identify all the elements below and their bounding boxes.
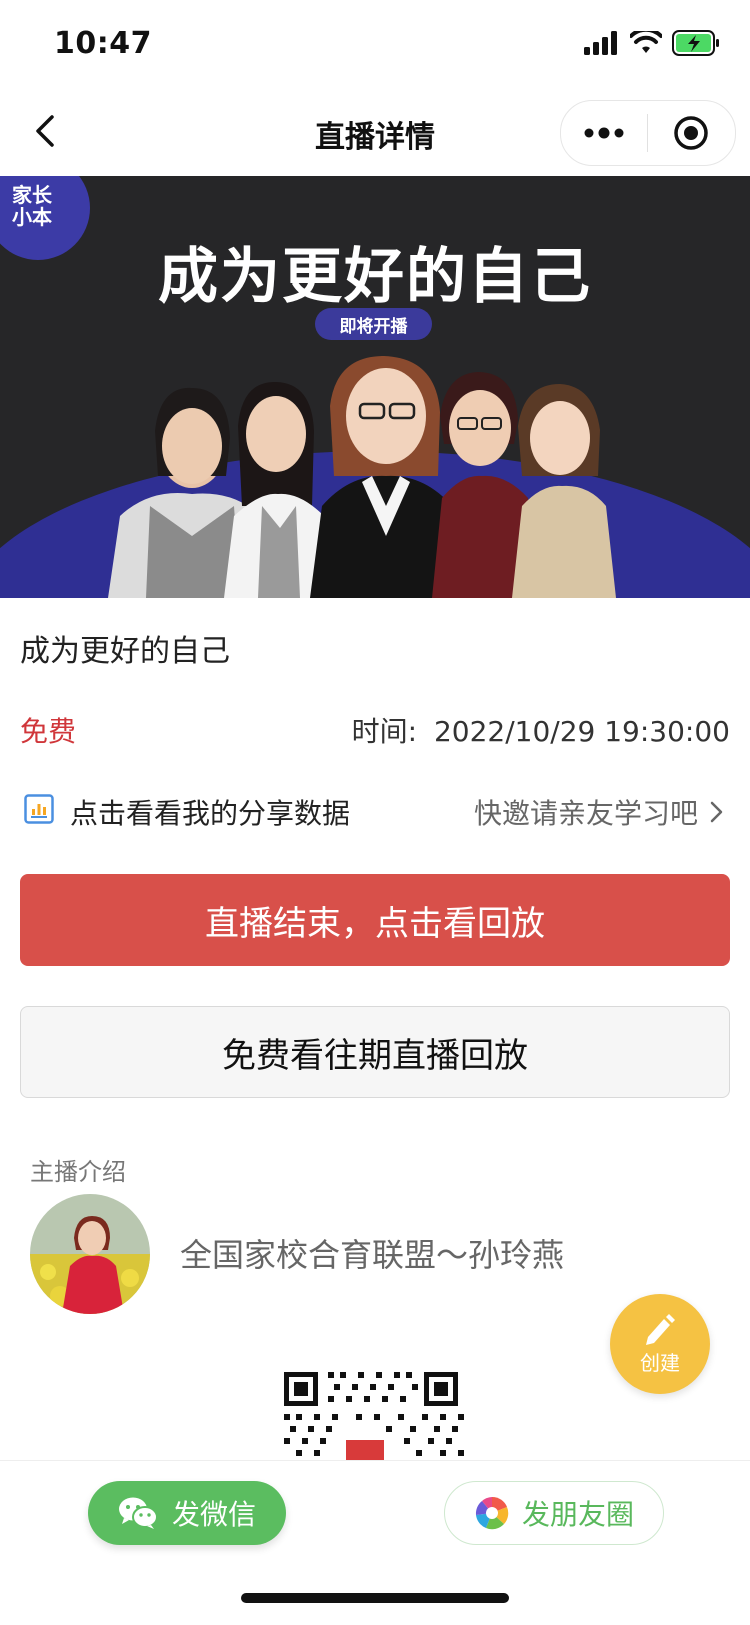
qr-code-image — [276, 1364, 474, 1464]
status-icons — [584, 30, 720, 56]
host-photo — [30, 1194, 150, 1314]
more-icon — [584, 127, 624, 139]
create-label: 创建 — [640, 1350, 680, 1375]
host-section-label: 主播介绍 — [30, 1158, 126, 1186]
live-banner[interactable]: 家长 小本 成为更好的自己 即将开播 — [0, 176, 750, 598]
chevron-right-icon — [710, 801, 723, 823]
qr-code — [276, 1364, 474, 1464]
invite-friends-link[interactable]: 快邀请亲友学习吧 — [474, 792, 724, 832]
chart-icon — [24, 794, 54, 824]
share-data-label: 点击看看我的分享数据 — [70, 797, 351, 830]
pencil-icon — [646, 1313, 675, 1345]
close-mini-program-button[interactable] — [648, 101, 734, 165]
wechat-icon — [118, 1497, 158, 1529]
share-wechat-label: 发微信 — [171, 1498, 256, 1531]
course-title: 成为更好的自己 — [20, 634, 230, 669]
speakers-photo — [108, 356, 616, 598]
nav-bar: 直播详情 — [0, 88, 750, 176]
invite-label: 快邀请亲友学习吧 — [473, 797, 698, 830]
time-value: 2022/10/29 19:30:00 — [433, 715, 730, 748]
mini-program-capsule — [560, 100, 736, 166]
more-button[interactable] — [561, 101, 647, 165]
share-moments-label: 发朋友圈 — [521, 1498, 634, 1531]
share-data-row[interactable]: 点击看看我的分享数据 快邀请亲友学习吧 — [20, 790, 730, 834]
host-name: 全国家校合育联盟～孙玲燕 — [180, 1236, 565, 1274]
past-replays-button[interactable]: 免费看往期直播回放 — [20, 1006, 730, 1098]
create-button[interactable]: 创建 — [610, 1294, 710, 1394]
speaker-5 — [512, 384, 616, 598]
wifi-icon — [630, 31, 662, 53]
share-wechat-button[interactable]: 发微信 — [88, 1481, 286, 1545]
close-target-icon — [674, 116, 708, 150]
watch-replay-button[interactable]: 直播结束，点击看回放 — [20, 874, 730, 966]
status-time: 10:47 — [54, 26, 152, 61]
host-avatar[interactable] — [30, 1194, 150, 1314]
price-label: 免费 — [20, 715, 77, 748]
status-bar: 10:47 — [0, 0, 750, 88]
time-label: 时间: — [351, 715, 418, 748]
home-indicator — [241, 1593, 509, 1603]
bottom-share-bar: 发微信 发朋友圈 — [0, 1460, 750, 1625]
battery-icon — [672, 30, 719, 56]
moments-icon — [475, 1496, 509, 1530]
start-time: 时间: 2022/10/29 19:30:00 — [352, 710, 730, 750]
share-moments-button[interactable]: 发朋友圈 — [444, 1481, 664, 1545]
signal-icon — [584, 31, 617, 55]
